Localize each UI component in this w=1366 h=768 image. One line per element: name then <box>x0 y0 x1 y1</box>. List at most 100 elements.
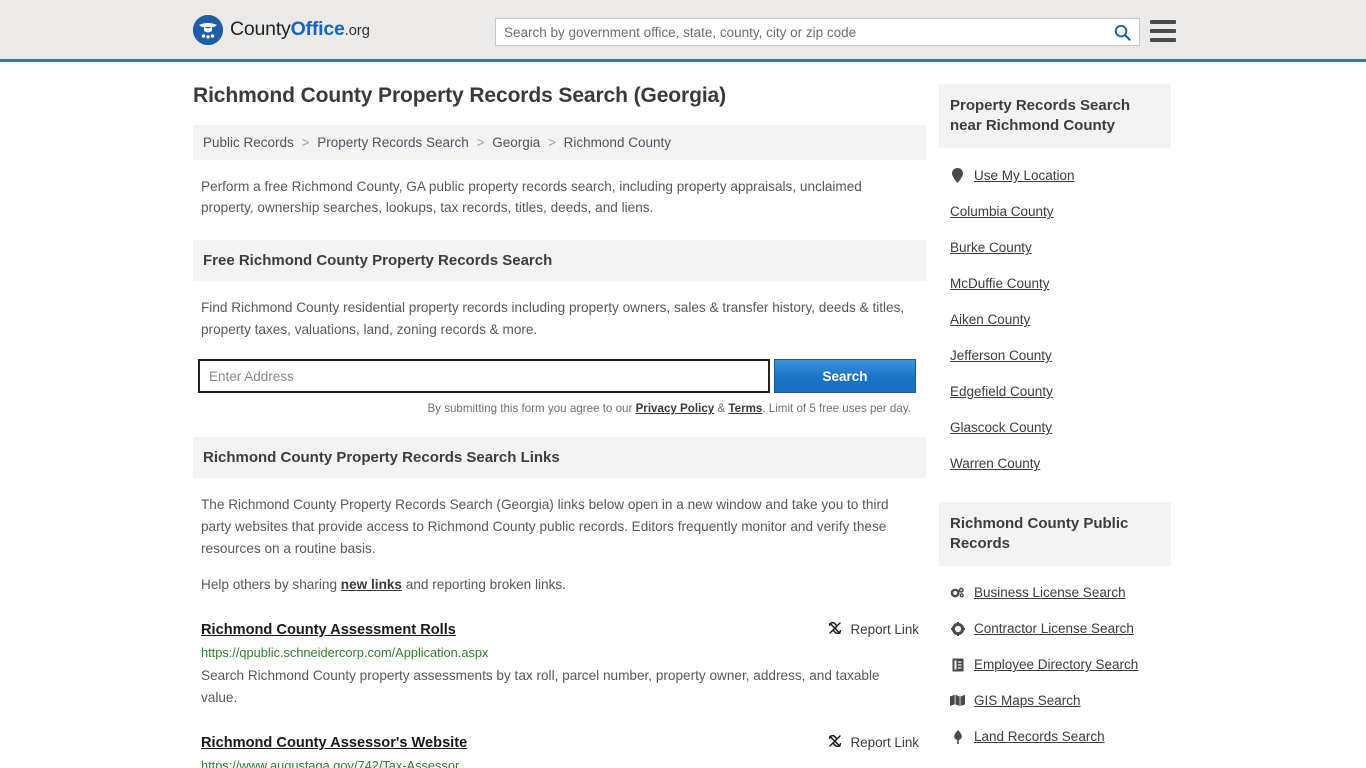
sidebar-link-business-license-search[interactable]: Business License Search <box>974 585 1126 600</box>
intro-text: Perform a free Richmond County, GA publi… <box>201 179 862 216</box>
search-submit-button[interactable]: Search <box>774 359 916 394</box>
result-url: https://www.augustaga.gov/742/Tax-Assess… <box>201 758 460 768</box>
help-prefix: Help others by sharing <box>201 577 341 593</box>
sidebar: Property Records Search near Richmond Co… <box>939 84 1171 755</box>
sidebar-link-contractor-license-search[interactable]: Contractor License Search <box>974 621 1134 636</box>
help-suffix: and reporting broken links. <box>402 577 566 593</box>
site-logo[interactable]: CountyOffice.org <box>193 14 370 45</box>
main-column: Richmond County Property Records Search … <box>193 84 926 768</box>
global-search-bar[interactable] <box>495 18 1140 46</box>
disclaimer-prefix: By submitting this form you agree to our <box>427 402 636 416</box>
sidebar-link-use-my-location[interactable]: Use My Location <box>974 168 1075 183</box>
result-description: Search Richmond County property assessme… <box>201 668 880 706</box>
sidebar-item-burke-county[interactable]: Burke County <box>950 230 1171 266</box>
logo-text-office: Office <box>290 18 345 40</box>
sidebar-link-land-records-search[interactable]: Land Records Search <box>974 729 1105 744</box>
hamburger-bar <box>1150 20 1176 24</box>
links-section-description: The Richmond County Property Records Sea… <box>201 497 889 557</box>
gear-icon <box>950 621 965 636</box>
breadcrumb-separator: > <box>301 135 310 150</box>
hamburger-bar <box>1150 29 1176 33</box>
sidebar-link-aiken-county[interactable]: Aiken County <box>950 312 1030 327</box>
disclaimer-amp: & <box>714 402 729 416</box>
sidebar-link-edgefield-county[interactable]: Edgefield County <box>950 384 1053 399</box>
sidebar-link-burke-county[interactable]: Burke County <box>950 240 1032 255</box>
disclaimer-suffix: . Limit of 5 free uses per day. <box>762 402 911 416</box>
result-url: https://qpublic.schneidercorp.com/Applic… <box>201 645 489 661</box>
free-search-heading: Free Richmond County Property Records Se… <box>193 240 926 282</box>
result-header: Richmond County Assessor's Website Repor… <box>201 733 919 752</box>
report-link-label: Report Link <box>850 735 919 751</box>
report-link-button[interactable]: Report Link <box>827 733 919 752</box>
help-others-text: Help others by sharing new links and rep… <box>201 574 913 596</box>
sidebar-item-aiken-county[interactable]: Aiken County <box>950 302 1171 338</box>
eagle-shield-icon <box>193 14 223 45</box>
page-body: Richmond County Property Records Search … <box>0 62 1366 768</box>
privacy-policy-link[interactable]: Privacy Policy <box>636 402 715 415</box>
breadcrumb-separator: > <box>548 135 556 150</box>
report-link-label: Report Link <box>850 622 919 638</box>
book-icon <box>950 658 965 672</box>
sidebar-link-mcduffie-county[interactable]: McDuffie County <box>950 276 1050 291</box>
sidebar-nearby-block: Property Records Search near Richmond Co… <box>939 84 1171 482</box>
breadcrumb: Public Records > Property Records Search… <box>193 125 926 160</box>
land-icon <box>950 729 965 744</box>
sidebar-item-edgefield-county[interactable]: Edgefield County <box>950 374 1171 410</box>
search-icon[interactable] <box>1105 19 1139 45</box>
sidebar-link-columbia-county[interactable]: Columbia County <box>950 204 1054 219</box>
report-link-button[interactable]: Report Link <box>827 620 919 639</box>
sidebar-item-employee-directory-search[interactable]: Employee Directory Search <box>950 647 1171 683</box>
terms-link[interactable]: Terms <box>728 402 762 415</box>
hamburger-menu-icon[interactable] <box>1150 20 1176 42</box>
result-item: Richmond County Assessor's Website Repor… <box>201 733 919 768</box>
logo-text-org: .org <box>344 22 370 39</box>
sidebar-item-contractor-license-search[interactable]: Contractor License Search <box>950 611 1171 647</box>
map-icon <box>950 694 965 707</box>
sidebar-item-use-my-location[interactable]: Use My Location <box>950 158 1171 194</box>
breadcrumb-item-georgia[interactable]: Georgia <box>492 135 540 150</box>
links-section-heading: Richmond County Property Records Search … <box>193 437 926 479</box>
broken-link-icon <box>827 733 843 752</box>
result-title-link[interactable]: Richmond County Assessment Rolls <box>201 622 456 638</box>
sidebar-nearby-list: Use My Location Columbia County Burke Co… <box>939 148 1171 482</box>
logo-text: CountyOffice.org <box>230 18 370 41</box>
sidebar-link-glascock-county[interactable]: Glascock County <box>950 420 1052 435</box>
address-input[interactable] <box>198 359 770 394</box>
free-search-description: Find Richmond County residential propert… <box>201 300 905 338</box>
sidebar-link-employee-directory-search[interactable]: Employee Directory Search <box>974 657 1138 672</box>
breadcrumb-separator: > <box>476 135 485 150</box>
result-item: Richmond County Assessment Rolls Report … <box>201 620 919 709</box>
hamburger-bar <box>1150 38 1176 42</box>
result-header: Richmond County Assessment Rolls Report … <box>201 620 919 639</box>
sidebar-link-warren-county[interactable]: Warren County <box>950 456 1040 471</box>
address-search-form: Search <box>198 359 916 394</box>
sidebar-item-mcduffie-county[interactable]: McDuffie County <box>950 266 1171 302</box>
sidebar-item-business-license-search[interactable]: Business License Search <box>950 575 1171 611</box>
site-header: CountyOffice.org <box>0 0 1366 62</box>
sidebar-public-records-heading: Richmond County Public Records <box>939 501 1171 566</box>
content-row: Richmond County Property Records Search … <box>0 84 1366 768</box>
broken-link-icon <box>827 620 843 639</box>
logo-text-county: County <box>230 18 291 40</box>
sidebar-item-columbia-county[interactable]: Columbia County <box>950 194 1171 230</box>
result-title-link[interactable]: Richmond County Assessor's Website <box>201 735 467 751</box>
breadcrumb-item-public-records[interactable]: Public Records <box>203 135 294 150</box>
sidebar-link-gis-maps-search[interactable]: GIS Maps Search <box>974 693 1081 708</box>
cogs-icon <box>950 586 965 600</box>
search-input[interactable] <box>496 19 1105 45</box>
breadcrumb-item-property-records-search[interactable]: Property Records Search <box>317 135 469 150</box>
sidebar-item-land-records-search[interactable]: Land Records Search <box>950 719 1171 755</box>
new-links-link[interactable]: new links <box>341 577 402 592</box>
page-title: Richmond County Property Records Search … <box>193 84 727 107</box>
sidebar-public-records-block: Richmond County Public Records Business … <box>939 501 1171 755</box>
sidebar-link-jefferson-county[interactable]: Jefferson County <box>950 348 1052 363</box>
sidebar-nearby-heading: Property Records Search near Richmond Co… <box>939 84 1171 148</box>
breadcrumb-item-richmond-county[interactable]: Richmond County <box>564 135 671 150</box>
sidebar-item-gis-maps-search[interactable]: GIS Maps Search <box>950 683 1171 719</box>
form-disclaimer: By submitting this form you agree to our… <box>193 402 911 415</box>
sidebar-public-records-list: Business License Search Contractor Licen… <box>939 566 1171 755</box>
sidebar-item-jefferson-county[interactable]: Jefferson County <box>950 338 1171 374</box>
map-pin-icon <box>950 168 965 184</box>
sidebar-item-glascock-county[interactable]: Glascock County <box>950 410 1171 446</box>
sidebar-item-warren-county[interactable]: Warren County <box>950 446 1171 482</box>
